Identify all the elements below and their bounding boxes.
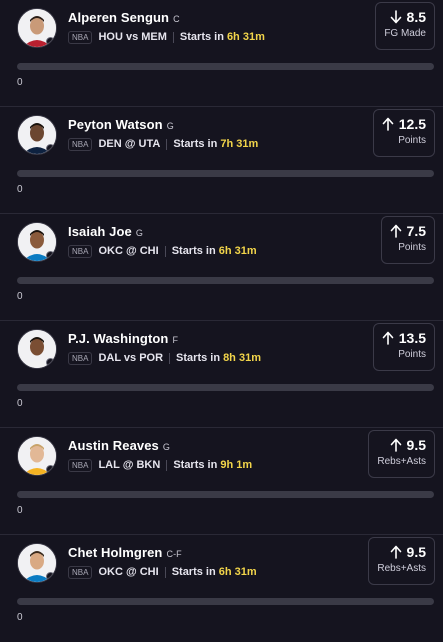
- player-position: C-F: [166, 549, 182, 559]
- stat-line-button[interactable]: 8.5 FG Made: [375, 2, 435, 50]
- player-avatar: [17, 329, 57, 369]
- start-time: 6h 31m: [218, 566, 257, 578]
- league-badge: NBA: [68, 351, 93, 365]
- player-position: F: [172, 335, 179, 345]
- player-name: P.J. Washington: [68, 331, 169, 346]
- progress-bar: [17, 63, 434, 70]
- player-avatar: [17, 543, 57, 583]
- stat-line-button[interactable]: 13.5 Points: [372, 323, 435, 371]
- stat-line-button[interactable]: 7.5 Points: [380, 216, 435, 264]
- divider: [172, 31, 174, 43]
- starts-label: Starts in: [173, 459, 218, 471]
- progress-count: 0: [17, 291, 23, 302]
- player-prop-card[interactable]: Isaiah Joe G NBA OKC @ CHI Starts in 6h 3…: [0, 214, 443, 321]
- player-prop-card[interactable]: Chet Holmgren C-F NBA OKC @ CHI Starts in…: [0, 535, 443, 642]
- arrow-up-icon: [390, 438, 402, 452]
- status-dot-icon: [46, 572, 55, 581]
- status-dot-icon: [46, 251, 55, 260]
- starts-label: Starts in: [171, 245, 216, 257]
- stat-label: Rebs+Asts: [377, 563, 426, 574]
- progress-count: 0: [17, 184, 23, 195]
- progress-bar: [17, 277, 434, 284]
- status-dot-icon: [46, 37, 55, 46]
- start-time: 6h 31m: [226, 31, 265, 43]
- stat-value: 12.5: [398, 116, 426, 132]
- player-avatar: [17, 436, 57, 476]
- divider: [169, 352, 171, 364]
- start-time: 9h 1m: [220, 459, 253, 471]
- arrow-down-icon: [390, 10, 402, 24]
- matchup-text: LAL @ BKN: [98, 459, 161, 471]
- status-dot-icon: [46, 465, 55, 474]
- player-name: Austin Reaves: [68, 438, 159, 453]
- stat-label: Points: [398, 135, 426, 146]
- arrow-up-icon: [382, 117, 394, 131]
- player-name: Peyton Watson: [68, 117, 163, 132]
- stat-value: 13.5: [398, 330, 426, 346]
- starts-label: Starts in: [171, 566, 216, 578]
- divider: [164, 245, 166, 257]
- divider: [166, 138, 168, 150]
- divider: [166, 459, 168, 471]
- matchup-text: DAL vs POR: [98, 352, 164, 364]
- player-name: Isaiah Joe: [68, 224, 132, 239]
- matchup-text: OKC @ CHI: [98, 245, 159, 257]
- progress-bar: [17, 598, 434, 605]
- stat-label: Rebs+Asts: [377, 456, 426, 467]
- league-badge: NBA: [68, 30, 93, 44]
- player-prop-card[interactable]: Alperen Sengun C NBA HOU vs MEM Starts in…: [0, 0, 443, 107]
- stat-line-button[interactable]: 12.5 Points: [372, 109, 435, 157]
- divider: [164, 566, 166, 578]
- arrow-up-icon: [390, 224, 402, 238]
- player-prop-card[interactable]: P.J. Washington F NBA DAL vs POR Starts i…: [0, 321, 443, 428]
- start-time: 6h 31m: [218, 245, 257, 257]
- stat-value: 9.5: [406, 437, 426, 453]
- player-prop-list: Alperen Sengun C NBA HOU vs MEM Starts in…: [0, 0, 443, 627]
- start-time: 8h 31m: [223, 352, 261, 364]
- player-avatar: [17, 222, 57, 262]
- starts-label: Starts in: [173, 138, 218, 150]
- player-position: G: [162, 442, 171, 452]
- stat-value: 7.5: [406, 223, 426, 239]
- progress-count: 0: [17, 612, 23, 623]
- matchup-text: HOU vs MEM: [98, 31, 167, 43]
- player-position: C: [173, 14, 180, 24]
- stat-value: 9.5: [406, 544, 426, 560]
- player-avatar: [17, 8, 57, 48]
- progress-count: 0: [17, 398, 23, 409]
- stat-value: 8.5: [406, 9, 426, 25]
- progress-count: 0: [17, 505, 23, 516]
- league-badge: NBA: [68, 565, 93, 579]
- progress-count: 0: [17, 77, 23, 88]
- league-badge: NBA: [68, 244, 93, 258]
- start-time: 7h 31m: [220, 138, 259, 150]
- starts-label: Starts in: [179, 31, 224, 43]
- arrow-up-icon: [390, 545, 402, 559]
- stat-label: Points: [398, 242, 426, 253]
- player-name: Alperen Sengun: [68, 10, 170, 25]
- progress-bar: [17, 384, 434, 391]
- player-name: Chet Holmgren: [68, 545, 163, 560]
- stat-label: FG Made: [384, 28, 426, 39]
- starts-label: Starts in: [176, 352, 221, 364]
- player-prop-card[interactable]: Austin Reaves G NBA LAL @ BKN Starts in 9…: [0, 428, 443, 535]
- status-dot-icon: [46, 358, 55, 367]
- arrow-up-icon: [382, 331, 394, 345]
- stat-line-button[interactable]: 9.5 Rebs+Asts: [368, 430, 435, 478]
- stat-line-button[interactable]: 9.5 Rebs+Asts: [368, 537, 435, 585]
- player-position: G: [135, 228, 143, 238]
- player-avatar: [17, 115, 57, 155]
- status-dot-icon: [46, 144, 55, 153]
- player-position: G: [166, 121, 174, 131]
- stat-label: Points: [398, 349, 426, 360]
- matchup-text: DEN @ UTA: [98, 138, 161, 150]
- matchup-text: OKC @ CHI: [98, 566, 159, 578]
- progress-bar: [17, 491, 434, 498]
- league-badge: NBA: [68, 458, 93, 472]
- player-prop-card[interactable]: Peyton Watson G NBA DEN @ UTA Starts in 7…: [0, 107, 443, 214]
- league-badge: NBA: [68, 137, 93, 151]
- progress-bar: [17, 170, 434, 177]
